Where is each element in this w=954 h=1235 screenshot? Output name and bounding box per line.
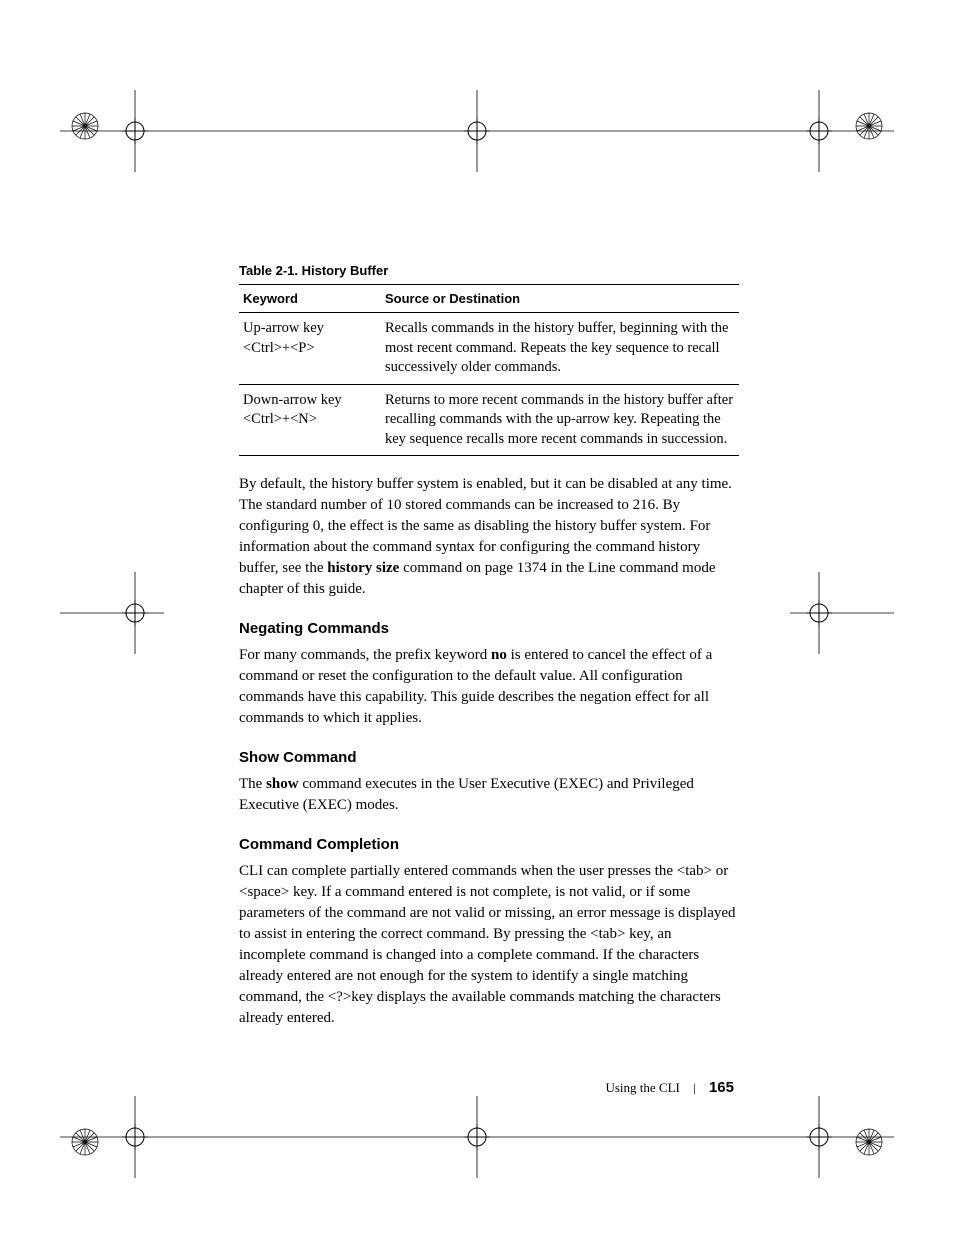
body-paragraph: The show command executes in the User Ex… xyxy=(239,774,739,816)
footer-page-number: 165 xyxy=(709,1079,734,1096)
table-caption: Table 2-1. History Buffer xyxy=(239,263,739,278)
page-content: Table 2-1. History Buffer Keyword Source… xyxy=(239,263,739,1043)
history-buffer-table: Keyword Source or Destination Up-arrow k… xyxy=(239,284,739,456)
footer-separator: | xyxy=(693,1080,696,1095)
body-paragraph: For many commands, the prefix keyword no… xyxy=(239,645,739,729)
body-paragraph: By default, the history buffer system is… xyxy=(239,474,739,600)
table-row: Up-arrow key <Ctrl>+<P> Recalls commands… xyxy=(239,313,739,385)
section-heading-completion: Command Completion xyxy=(239,836,739,853)
cell-key: Up-arrow key xyxy=(243,319,377,339)
cell-key: Down-arrow key xyxy=(243,391,377,411)
table-header-desc: Source or Destination xyxy=(381,285,739,313)
page-footer: Using the CLI | 165 xyxy=(605,1079,734,1096)
body-paragraph: CLI can complete partially entered comma… xyxy=(239,861,739,1029)
section-heading-negating: Negating Commands xyxy=(239,620,739,637)
section-heading-show: Show Command xyxy=(239,749,739,766)
cell-key-alt: <Ctrl>+<N> xyxy=(243,410,377,430)
footer-section: Using the CLI xyxy=(605,1080,679,1095)
cell-desc: Recalls commands in the history buffer, … xyxy=(381,313,739,385)
table-row: Down-arrow key <Ctrl>+<N> Returns to mor… xyxy=(239,384,739,456)
cell-key-alt: <Ctrl>+<P> xyxy=(243,339,377,359)
table-header-keyword: Keyword xyxy=(239,285,381,313)
cell-desc: Returns to more recent commands in the h… xyxy=(381,384,739,456)
